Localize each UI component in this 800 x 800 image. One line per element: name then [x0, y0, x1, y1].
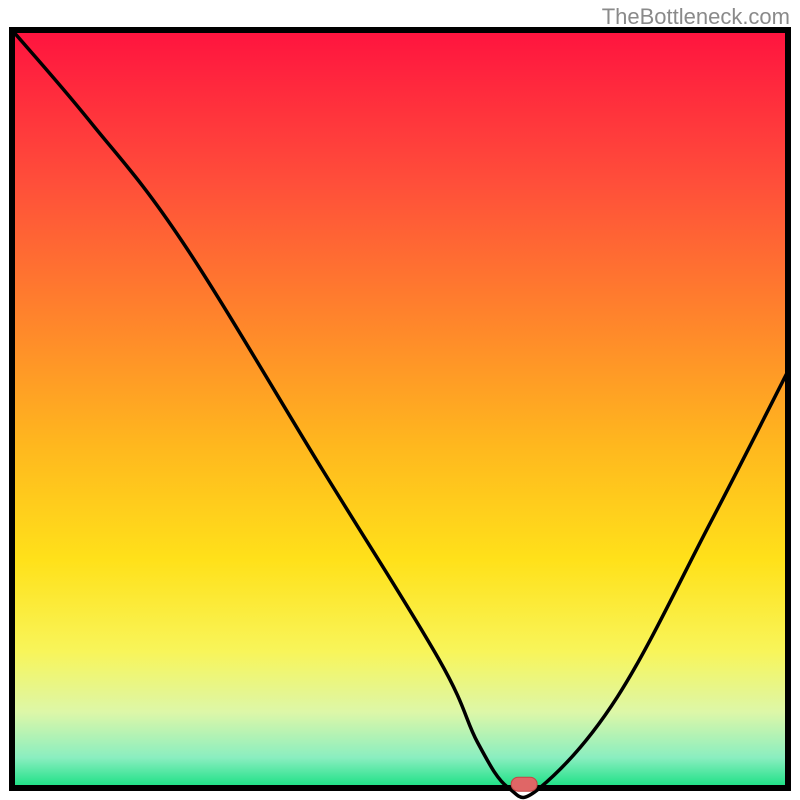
bottleneck-chart	[0, 0, 800, 800]
chart-stage: TheBottleneck.com	[0, 0, 800, 800]
watermark-text: TheBottleneck.com	[602, 4, 790, 30]
optimum-marker	[511, 777, 537, 791]
gradient-background	[12, 30, 788, 788]
